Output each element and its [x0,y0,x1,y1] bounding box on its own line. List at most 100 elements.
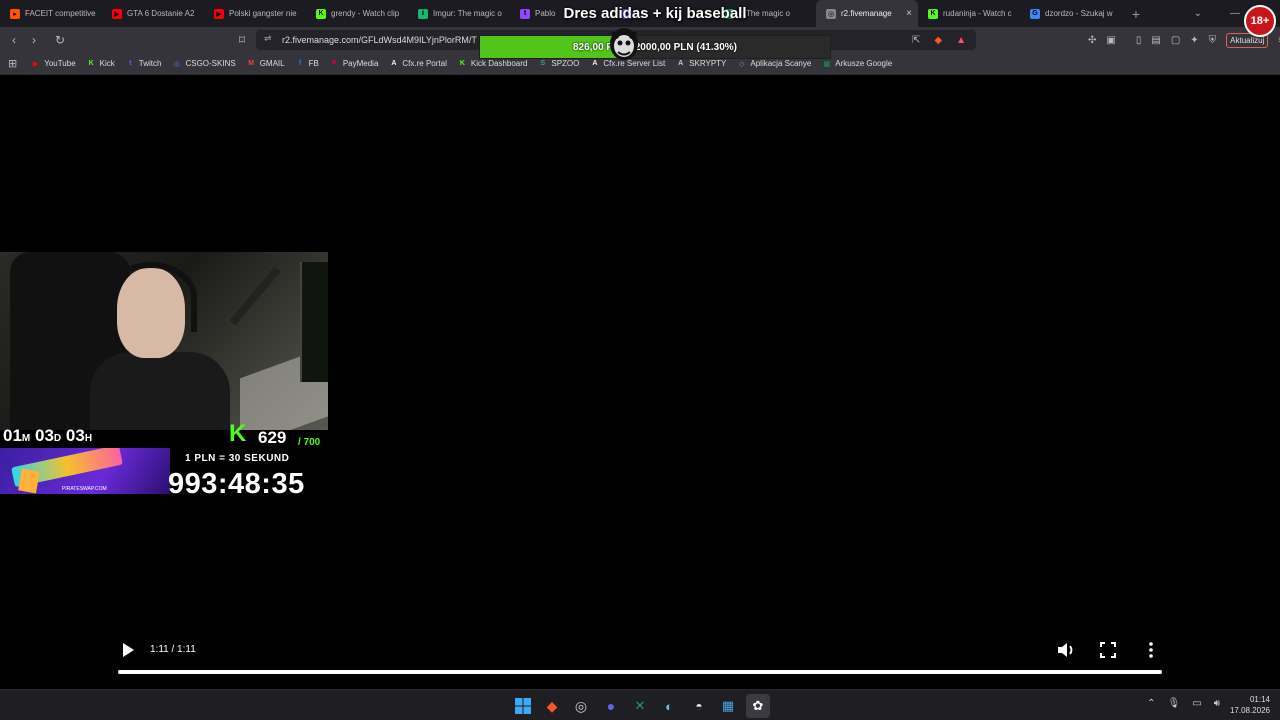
bookmark-favicon-icon: A [592,60,598,67]
new-tab-button[interactable]: + [1126,6,1146,22]
discord-taskbar-icon[interactable]: ● [599,694,623,718]
forward-button[interactable]: › [24,33,44,47]
timer-hours: 03 [65,426,85,445]
vpn-icon[interactable]: ⛨ [1209,35,1217,46]
play-button[interactable] [120,641,136,659]
tab-0[interactable]: ▸ FACEIT competitive [0,0,102,27]
reload-button[interactable]: ↻ [50,33,70,47]
video-time: 1:11 / 1:11 [150,644,196,655]
tab-title: dzordzo - Szukaj w [1045,9,1113,18]
steam-taskbar-icon[interactable]: ◐ [657,694,681,718]
tab-title: Polski gangster nie [229,9,297,18]
back-button[interactable]: ‹ [4,33,24,47]
system-tray: ⌃ 🎙︎ ▭ 🔊︎ [1147,698,1220,709]
tab-title: Imgur: The magic o [433,9,502,18]
bookmark-6[interactable]: P PayMedia [330,59,379,68]
tray-chevron-icon[interactable]: ⌃ [1147,698,1155,709]
extensions-icon[interactable]: ✣ [1088,35,1096,46]
start-button[interactable] [511,694,535,718]
timer-hours-unit: H [84,433,93,444]
fullscreen-button[interactable] [1100,642,1116,658]
minimize-icon[interactable]: — [1230,8,1240,19]
bookmark-3[interactable]: ◎ CSGO-SKINS [172,59,236,68]
wallet-icon[interactable]: ▤ [1151,35,1160,46]
tab-favicon-icon: K [928,8,938,19]
bookmark-1[interactable]: K Kick [87,59,115,68]
kick-follower-goal: / 700 [298,437,321,448]
tab-2[interactable]: ▶ Polski gangster nie [204,0,306,27]
bookmark-13[interactable]: ▦ Arkusze Google [822,59,892,68]
network-icon[interactable]: ▭ [1192,698,1201,709]
bookmark-label: Aplikacja Scanye [750,59,812,68]
tab-1[interactable]: ▶ GTA 6 Dostanie A2 [102,0,204,27]
brave-shields-icon[interactable]: ◆ [934,35,942,46]
url-actions: ⇱ ◆ ▲ [912,35,966,46]
obs-taskbar-icon[interactable]: ◓ [687,694,711,718]
tab-4[interactable]: i Imgur: The magic o [408,0,510,27]
microphone-icon[interactable]: 🎙︎ [1168,698,1181,709]
tabs-icon[interactable]: ▢ [1171,35,1180,46]
timer-days: 03 [35,426,54,445]
bookmark-label: PayMedia [342,59,379,68]
timer-months: 01 [3,426,22,445]
system-clock[interactable]: 01:14 17.08.2026 [1230,694,1270,716]
close-tab-icon[interactable]: × [906,8,912,19]
bookmark-label: Twitch [138,59,162,68]
tab-favicon-icon: G [1030,8,1040,19]
bookmark-favicon-icon: K [459,60,465,67]
bookmark-favicon-icon: A [391,60,397,67]
bookmark-4[interactable]: M GMAIL [247,59,284,68]
age-restriction-badge: 18+ [1244,5,1276,37]
bookmark-favicon-icon: K [88,60,94,67]
tab-3[interactable]: Kgrendy - Watch clip [306,0,408,27]
bookmark-0[interactable]: ▶ YouTube [31,59,76,68]
brave-taskbar-icon[interactable]: ◆ [540,694,564,718]
more-options-button[interactable] [1145,641,1157,659]
timer-days-unit: D [53,433,62,444]
bookmark-12[interactable]: ◇ Aplikacja Scanye [737,59,811,68]
tab-favicon-icon: ▶ [214,8,224,19]
bookmark-favicon-icon: P [331,60,337,67]
bookmark-icon[interactable]: ⌑ [232,33,252,47]
bookmark-favicon-icon: ▶ [33,60,39,68]
url-text: r2.fivemanage.com/GFLdWsd4M9ILYjnPlorRM/… [282,35,477,45]
bookmark-label: SPZOO [551,59,580,68]
donation-rate-text: 1 PLN = 30 SEKUND [185,453,290,464]
screenshot-icon[interactable]: ▣ [1106,35,1115,46]
bookmark-7[interactable]: A Cfx.re Portal [389,59,447,68]
photos-taskbar-icon[interactable]: ▦ [716,694,740,718]
bookmark-8[interactable]: K Kick Dashboard [458,59,528,68]
tab-favicon-icon: i [418,8,428,19]
sponsor-banner: PIRATESWAP.COM [0,448,170,494]
speaker-icon[interactable]: 🔊︎ [1214,698,1220,709]
video-progress-bar[interactable] [118,670,1162,674]
leo-ai-icon[interactable]: ✦ [1190,35,1198,46]
tab-8[interactable]: ◎ r2.fivemanage × [816,0,918,27]
brave-rewards-icon[interactable]: ▲ [956,35,966,46]
bookmark-2[interactable]: t Twitch [126,59,162,68]
excel-taskbar-icon[interactable]: ✕ [628,694,652,718]
bookmark-11[interactable]: A SKRYPTY [676,59,726,68]
sidebar-icon[interactable]: ▯ [1136,35,1142,46]
tab-10[interactable]: Gdzordzo - Szukaj w [1020,0,1122,27]
bookmark-5[interactable]: f FB [296,59,319,68]
bookmark-label: Kick Dashboard [470,59,528,68]
tab-title: grendy - Watch clip [331,9,400,18]
tab-title: GTA 6 Dostanie A2 [127,9,195,18]
share-icon[interactable]: ⇱ [912,35,920,46]
tab-9[interactable]: Krudaninja - Watch c [918,0,1020,27]
donation-progress-bar: 826,00 PLN / 2000,00 PLN (41.30%) [479,35,831,59]
site-info-icon[interactable]: ⇌ [264,33,272,44]
bookmark-9[interactable]: S SPZOO [538,59,580,68]
bookmark-label: SKRYPTY [689,59,727,68]
bookmark-favicon-icon: A [678,60,684,67]
bookmark-label: Cfx.re Portal [402,59,447,68]
monkey-app-taskbar-icon[interactable]: ✿ [746,694,770,718]
tab-list-chevron-icon[interactable]: ⌄ [1194,8,1202,19]
volume-button[interactable] [1056,641,1076,659]
bookmark-label: CSGO-SKINS [185,59,236,68]
apps-grid-icon[interactable]: ⊞ [8,57,17,70]
bookmark-label: Kick [99,59,115,68]
chrome-taskbar-icon[interactable]: ◎ [569,694,593,718]
clock-time: 01:14 [1249,695,1270,704]
